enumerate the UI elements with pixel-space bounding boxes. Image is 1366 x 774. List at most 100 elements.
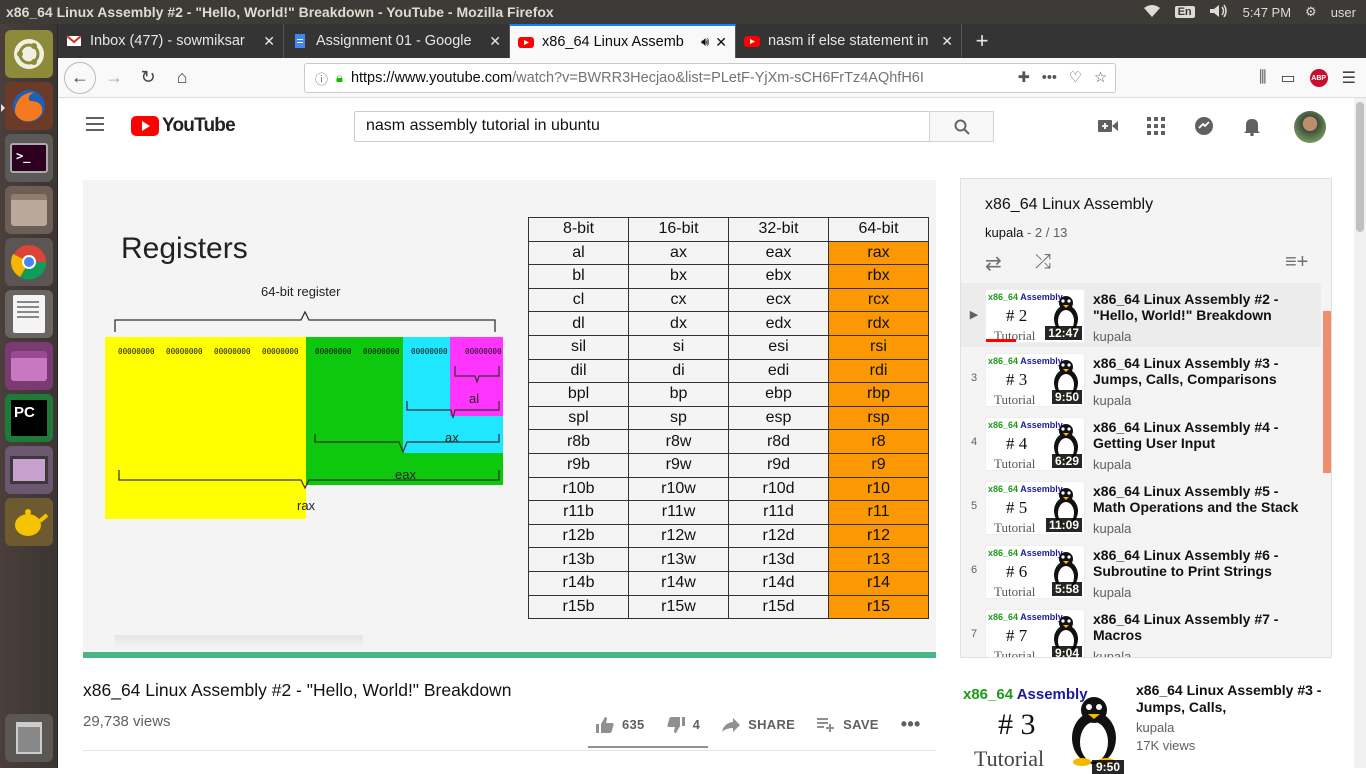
text-editor-icon[interactable] bbox=[5, 290, 53, 338]
speaker-icon[interactable]: 🔊︎ bbox=[701, 34, 709, 50]
tab-gmail[interactable]: Inbox (477) - sowmiksar ✕ bbox=[58, 24, 284, 58]
search-input[interactable]: nasm assembly tutorial in ubuntu bbox=[354, 111, 930, 142]
save-button[interactable]: SAVE bbox=[817, 717, 879, 732]
tab-youtube-current[interactable]: x86_64 Linux Assemb 🔊︎ ✕ bbox=[510, 24, 736, 58]
page-scrollbar[interactable] bbox=[1354, 98, 1366, 768]
reload-button[interactable]: ↻ bbox=[132, 62, 164, 94]
pycharm-icon[interactable]: PC bbox=[5, 394, 53, 442]
dislike-button[interactable]: 4 bbox=[666, 716, 701, 733]
presentation-icon[interactable] bbox=[5, 446, 53, 494]
upnext-title[interactable]: x86_64 Linux Assembly #3 - Jumps, Calls, bbox=[1136, 682, 1336, 716]
guide-menu-icon[interactable] bbox=[86, 117, 104, 131]
shuffle-icon[interactable]: ⤮ bbox=[1035, 251, 1051, 274]
playlist-save-icon[interactable]: ≡+ bbox=[1285, 251, 1308, 274]
playlist-item[interactable]: 7 x86_64 Assembly # 7 Tutorial 9:04 x86_64 Li… bbox=[961, 603, 1321, 657]
playlist-thumbnail[interactable]: x86_64 Assembly # 7 Tutorial 9:04 bbox=[985, 609, 1085, 657]
playlist-item[interactable]: 5 x86_64 Assembly # 5 Tutorial 11:09 x86_64 L… bbox=[961, 475, 1321, 539]
loop-icon[interactable]: ⇄ bbox=[985, 251, 1002, 276]
playlist-video-owner[interactable]: kupala bbox=[1093, 521, 1131, 536]
thumb-number: # 2 bbox=[1006, 306, 1028, 325]
extension-puzzle-icon[interactable]: ✚ bbox=[1018, 70, 1030, 86]
playlist-scrollbar[interactable] bbox=[1323, 311, 1331, 473]
forward-button[interactable]: → bbox=[98, 62, 130, 94]
playlist-thumbnail[interactable]: x86_64 Assembly # 3 Tutorial 9:50 bbox=[985, 353, 1085, 407]
keyboard-layout-indicator[interactable]: En bbox=[1174, 6, 1195, 18]
playlist-video-title[interactable]: x86_64 Linux Assembly #2 - "Hello, World… bbox=[1093, 291, 1303, 323]
playlist-title[interactable]: x86_64 Linux Assembly bbox=[985, 196, 1153, 214]
youtube-logo[interactable]: YouTube bbox=[131, 115, 236, 137]
playlist-video-title[interactable]: x86_64 Linux Assembly #6 - Subroutine to… bbox=[1093, 547, 1303, 579]
sidebar-icon[interactable]: ▭ bbox=[1281, 68, 1296, 88]
user-menu[interactable]: user bbox=[1331, 5, 1356, 20]
close-tab-icon[interactable]: ✕ bbox=[715, 34, 727, 51]
notifications-bell-icon[interactable] bbox=[1240, 114, 1264, 138]
share-button[interactable]: SHARE bbox=[722, 717, 795, 732]
terminal-icon[interactable]: >_ bbox=[5, 134, 53, 182]
volume-icon[interactable] bbox=[1209, 4, 1229, 21]
close-tab-icon[interactable]: ✕ bbox=[941, 33, 953, 50]
upnext-thumbnail[interactable]: x86_64 Assembly # 3 Tutorial 9:50 bbox=[960, 680, 1128, 774]
app-window-icon[interactable] bbox=[5, 342, 53, 390]
close-tab-icon[interactable]: ✕ bbox=[489, 33, 501, 50]
apps-grid-icon[interactable] bbox=[1144, 114, 1168, 138]
create-video-icon[interactable] bbox=[1096, 114, 1120, 138]
playlist-item[interactable]: 3 x86_64 Assembly # 3 Tutorial 9:50 x86_64 Li… bbox=[961, 347, 1321, 411]
teapot-icon[interactable] bbox=[5, 498, 53, 546]
playlist-thumbnail[interactable]: x86_64 Assembly # 2 Tutorial 12:47 bbox=[985, 289, 1085, 343]
search-button[interactable] bbox=[929, 111, 994, 142]
bookmark-star-icon[interactable]: ☆ bbox=[1094, 70, 1107, 86]
tab-youtube-nasm[interactable]: nasm if else statement in ✕ bbox=[736, 24, 962, 58]
playlist-video-owner[interactable]: kupala bbox=[1093, 393, 1131, 408]
info-icon[interactable]: ⓘ bbox=[315, 69, 328, 88]
url-bar[interactable]: ⓘ 🔒︎ https://www.youtube.com/watch?v=BWR… bbox=[304, 63, 1116, 93]
clock[interactable]: 5:47 PM bbox=[1243, 5, 1291, 20]
adblock-icon[interactable]: ABP bbox=[1309, 69, 1328, 87]
ubuntu-dash-icon[interactable] bbox=[5, 30, 53, 78]
like-button[interactable]: 635 bbox=[596, 716, 645, 733]
pocket-icon[interactable]: ♡ bbox=[1069, 70, 1082, 86]
home-button[interactable]: ⌂ bbox=[166, 62, 198, 94]
thumbs-up-icon bbox=[596, 716, 614, 733]
playlist-video-title[interactable]: x86_64 Linux Assembly #7 - Macros bbox=[1093, 611, 1303, 643]
avatar[interactable] bbox=[1294, 111, 1326, 143]
playlist-video-owner[interactable]: kupala bbox=[1093, 457, 1131, 472]
video-player[interactable]: Registers 64-bit register 00000000 00000… bbox=[83, 180, 936, 658]
playlist-item[interactable]: 4 x86_64 Assembly # 4 Tutorial 6:29 x86_64 Li… bbox=[961, 411, 1321, 475]
playlist-panel: x86_64 Linux Assembly kupala - 2 / 13 ⇄ … bbox=[960, 178, 1332, 658]
chrome-icon[interactable] bbox=[5, 238, 53, 286]
settings-gear-icon[interactable]: ⚙ bbox=[1305, 4, 1317, 20]
firefox-icon[interactable] bbox=[5, 82, 53, 130]
messages-icon[interactable] bbox=[1192, 114, 1216, 138]
table-cell: r15d bbox=[728, 594, 829, 620]
playlist-thumbnail[interactable]: x86_64 Assembly # 4 Tutorial 6:29 bbox=[985, 417, 1085, 471]
playlist-thumbnail[interactable]: x86_64 Assembly # 5 Tutorial 11:09 bbox=[985, 481, 1085, 535]
table-cell: al bbox=[528, 240, 629, 266]
upnext-owner[interactable]: kupala bbox=[1136, 720, 1174, 735]
trash-icon[interactable] bbox=[5, 714, 53, 762]
playlist-thumbnail[interactable]: x86_64 Assembly # 6 Tutorial 5:58 bbox=[985, 545, 1085, 599]
menu-icon[interactable]: ☰ bbox=[1342, 68, 1356, 88]
table-cell: r8b bbox=[528, 429, 629, 454]
playlist-item[interactable]: 6 x86_64 Assembly # 6 Tutorial 5:58 x86_64 Li… bbox=[961, 539, 1321, 603]
tab-google-docs[interactable]: Assignment 01 - Google ✕ bbox=[284, 24, 510, 58]
close-tab-icon[interactable]: ✕ bbox=[263, 33, 275, 50]
table-cell: si bbox=[628, 334, 729, 360]
wifi-icon[interactable] bbox=[1143, 4, 1161, 21]
files-icon[interactable] bbox=[5, 186, 53, 234]
back-button[interactable]: ← bbox=[64, 61, 96, 94]
playlist-video-owner[interactable]: kupala bbox=[1093, 329, 1131, 344]
playlist-video-owner[interactable]: kupala bbox=[1093, 649, 1131, 657]
url-text[interactable]: https://www.youtube.com/watch?v=BWRR3Hec… bbox=[351, 70, 1006, 86]
playlist-video-title[interactable]: x86_64 Linux Assembly #3 - Jumps, Calls,… bbox=[1093, 355, 1303, 387]
more-actions-icon[interactable]: ••• bbox=[901, 714, 921, 735]
playlist-owner[interactable]: kupala bbox=[985, 225, 1023, 240]
playlist-item-current[interactable]: ▶ x86_64 Assembly # 2 Tutorial 12:47 x86_64 L… bbox=[961, 283, 1321, 347]
library-icon[interactable]: ⫼ bbox=[1259, 69, 1266, 87]
page-actions-icon[interactable]: ••• bbox=[1042, 70, 1057, 86]
scrollbar-thumb[interactable] bbox=[1356, 102, 1364, 232]
playlist-video-title[interactable]: x86_64 Linux Assembly #5 - Math Operatio… bbox=[1093, 483, 1303, 515]
playlist-video-owner[interactable]: kupala bbox=[1093, 585, 1131, 600]
new-tab-button[interactable]: + bbox=[962, 24, 1002, 58]
video-progress-bar[interactable] bbox=[83, 652, 936, 658]
playlist-video-title[interactable]: x86_64 Linux Assembly #4 - Getting User … bbox=[1093, 419, 1303, 451]
